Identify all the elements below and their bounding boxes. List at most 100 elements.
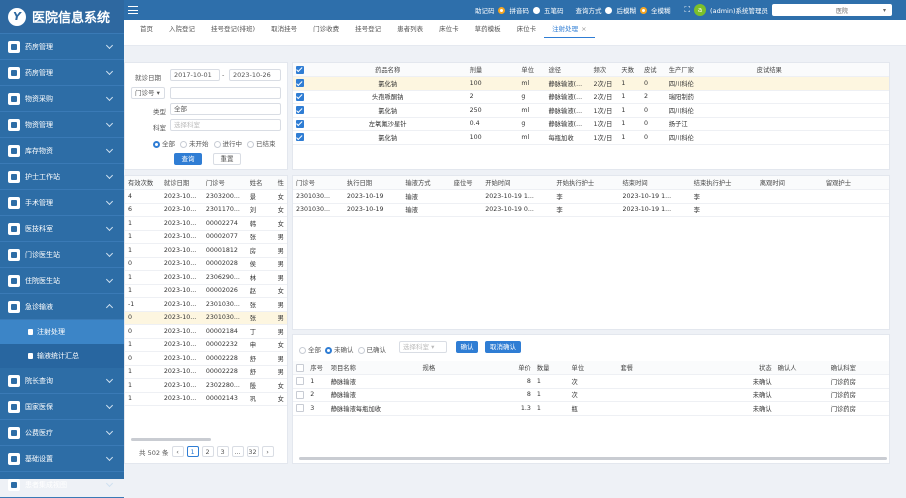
table-row[interactable]: 2 静脉输液 8 1 次 未确认 门诊药房: [293, 388, 889, 402]
table-row[interactable]: 1 2023-10... 2306290... 林男: [125, 270, 287, 285]
tab[interactable]: 挂号登记: [347, 20, 389, 38]
close-icon[interactable]: ×: [581, 25, 586, 33]
checkbox-icon[interactable]: [296, 65, 304, 74]
sidebar-item[interactable]: 住院医生站: [0, 268, 124, 294]
cancel-confirm-button[interactable]: 取消确认: [485, 341, 521, 353]
table-row[interactable]: 0 2023-10... 00002184 丁男: [125, 324, 287, 339]
row-checkbox-cell[interactable]: [293, 117, 309, 131]
tab[interactable]: 患者列表: [389, 20, 431, 38]
table-row[interactable]: 3 静脉输液每瓶加收 1.3 1 瓶 未确认 门诊药房: [293, 401, 889, 416]
tab[interactable]: 草药模板: [467, 20, 509, 38]
table-row[interactable]: 1 2023-10... 00002077 张男: [125, 230, 287, 244]
table-row[interactable]: 左氧氟沙星针 0.4 g 静脉输液(... 1次/日 1 0 扬子江: [293, 117, 889, 131]
page-button[interactable]: 3: [216, 446, 229, 457]
table-row[interactable]: 0 2023-10... 00002028 侯男: [125, 257, 287, 271]
page-button[interactable]: 2: [201, 446, 214, 457]
radio-in-progress[interactable]: 进行中: [213, 138, 242, 148]
suffix-fuzzy-label[interactable]: 后模糊: [616, 5, 636, 15]
sidebar-item[interactable]: 库存物资: [0, 138, 124, 164]
menu-toggle-icon[interactable]: [128, 6, 138, 14]
checkbox-icon[interactable]: [296, 404, 304, 413]
row-checkbox-cell[interactable]: [293, 130, 309, 145]
page-button[interactable]: 32: [246, 446, 259, 457]
tab[interactable]: 挂号登记(排班): [203, 20, 263, 38]
checkbox-icon[interactable]: [296, 79, 304, 88]
table-row[interactable]: 头孢哌酮钠 2 g 静脉输液(... 2次/日 1 2 瑞阳制药: [293, 90, 889, 104]
radio-ended[interactable]: 已结束: [247, 138, 276, 148]
prev-page-button[interactable]: ‹: [171, 446, 184, 457]
sidebar-item[interactable]: 手术管理: [0, 190, 124, 216]
radio-not-started[interactable]: 未开始: [180, 138, 209, 148]
item-radio-all[interactable]: 全部: [299, 344, 321, 354]
table-row[interactable]: 氯化钠 250 ml 静脉输液(... 1次/日 1 0 四川科伦: [293, 103, 889, 118]
table-row[interactable]: 1 静脉输液 8 1 次未确认 门诊药房: [293, 374, 889, 389]
sidebar-item[interactable]: 护士工作站: [0, 164, 124, 190]
item-dept-select[interactable]: 选择科室 ▾: [399, 341, 447, 353]
page-button[interactable]: …: [231, 446, 244, 457]
user-name[interactable]: (admin)系统管理员: [710, 5, 768, 15]
row-checkbox-cell[interactable]: [293, 401, 308, 416]
sidebar-item[interactable]: 物资采购: [0, 86, 124, 112]
table-row[interactable]: 1 2023-10... 2302280... 殷女: [125, 378, 287, 393]
table-row[interactable]: 4 2023-10... 2303200... 景女: [125, 189, 287, 204]
page-button[interactable]: 1: [186, 446, 199, 457]
wubi-label[interactable]: 五笔码: [544, 5, 564, 15]
type-select[interactable]: 全部: [170, 103, 281, 115]
row-checkbox-cell[interactable]: [293, 103, 309, 118]
table-row[interactable]: 1 2023-10... 00002228 舒男: [125, 365, 287, 379]
table-row[interactable]: 1 2023-10... 00002274 韩女: [125, 216, 287, 231]
table-row[interactable]: 氯化钠 100 ml 静脉输液(... 2次/日 1 0 四川科伦: [293, 76, 889, 91]
checkbox-icon[interactable]: [296, 106, 304, 115]
fullscreen-icon[interactable]: ⛶: [684, 5, 690, 15]
pinyin-label[interactable]: 拼音码: [509, 5, 529, 15]
tab[interactable]: 取消挂号: [263, 20, 305, 38]
checkbox-icon[interactable]: [296, 133, 304, 142]
table-row[interactable]: 0 2023-10... 00002228 舒男: [125, 351, 287, 366]
row-checkbox-cell[interactable]: [293, 388, 308, 402]
sidebar-item[interactable]: 公费医疗: [0, 420, 124, 446]
tab[interactable]: 入院登记: [161, 20, 203, 38]
confirm-button[interactable]: 确认: [456, 341, 478, 353]
sidebar-item[interactable]: 基础设置: [0, 446, 124, 472]
tab[interactable]: 门诊收费: [305, 20, 347, 38]
patients-scrollbar[interactable]: [131, 438, 211, 441]
sidebar-item[interactable]: 医技科室: [0, 216, 124, 242]
next-page-button[interactable]: ›: [261, 446, 274, 457]
tab[interactable]: 首页: [132, 20, 161, 38]
pinyin-radio-icon[interactable]: [498, 6, 506, 14]
items-scrollbar[interactable]: [299, 457, 887, 460]
sidebar-item[interactable]: 药房管理: [0, 34, 124, 60]
outpatient-input[interactable]: [170, 87, 281, 99]
avatar[interactable]: a: [694, 4, 707, 16]
sidebar-item[interactable]: 患者集成视图: [0, 472, 124, 498]
full-fuzzy-radio-icon[interactable]: [639, 6, 647, 14]
tab[interactable]: 床位卡: [431, 20, 467, 38]
wubi-radio-icon[interactable]: [532, 6, 540, 14]
date-to-input[interactable]: 2023-10-26: [229, 69, 281, 81]
row-checkbox-cell[interactable]: [293, 76, 309, 91]
sidebar-item[interactable]: 国家医保: [0, 394, 124, 420]
header-checkbox-cell[interactable]: [293, 361, 308, 375]
dept-select[interactable]: 选择科室: [170, 119, 281, 131]
table-row[interactable]: 6 2023-10... 2301170... 刘女: [125, 203, 287, 217]
tab[interactable]: 床位卡: [509, 20, 545, 38]
checkbox-icon[interactable]: [296, 119, 304, 128]
outpatient-select[interactable]: 门诊号 ▾: [131, 87, 165, 99]
sidebar-item[interactable]: 药房管理: [0, 60, 124, 86]
row-checkbox-cell[interactable]: [293, 374, 308, 389]
radio-all[interactable]: 全部: [153, 138, 175, 148]
sidebar-item[interactable]: 物资管理: [0, 112, 124, 138]
table-row[interactable]: 1 2023-10... 00002232 申女: [125, 338, 287, 352]
sidebar-item[interactable]: 急诊输液: [0, 294, 124, 320]
checkbox-icon[interactable]: [296, 377, 304, 386]
table-row[interactable]: 1 2023-10... 00001812 房男: [125, 243, 287, 258]
table-row[interactable]: 1 2023-10... 00002143 巩女: [125, 392, 287, 406]
table-row[interactable]: 2301030... 2023-10-19 输液 2023-10-19 1... 李 20…: [293, 189, 889, 204]
sidebar-item[interactable]: 门诊医生站: [0, 242, 124, 268]
hospital-select[interactable]: 医院 ▾: [772, 4, 892, 16]
suffix-fuzzy-radio-icon[interactable]: [605, 6, 613, 14]
table-row[interactable]: -1 2023-10... 2301030... 张男: [125, 297, 287, 312]
item-radio-unconfirmed[interactable]: 未确认: [325, 344, 354, 354]
reset-button[interactable]: 重置: [213, 153, 241, 165]
search-button[interactable]: 查询: [174, 153, 202, 165]
